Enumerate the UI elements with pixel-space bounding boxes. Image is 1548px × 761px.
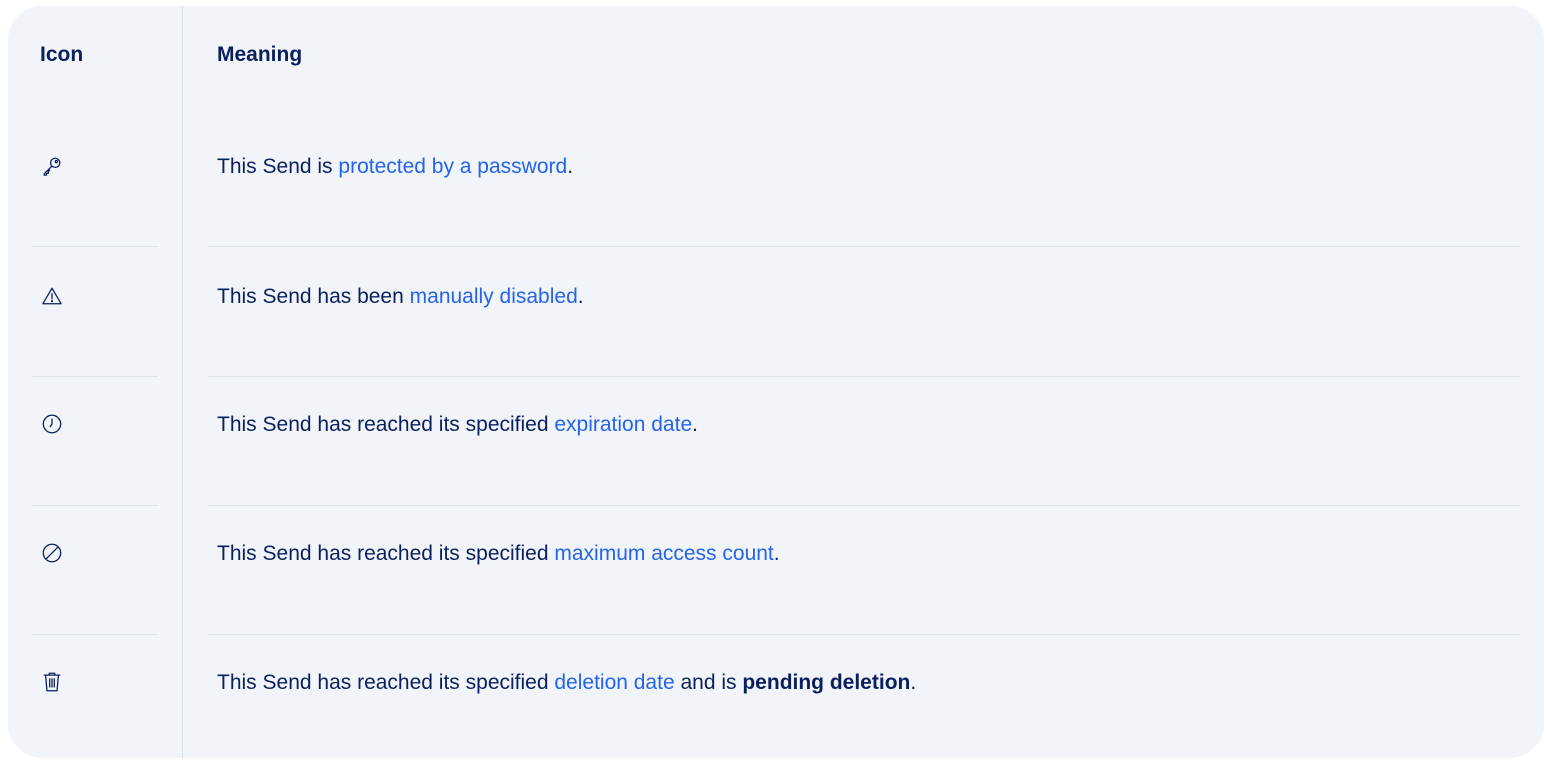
row-meaning: This Send has reached its specified expi… (217, 413, 698, 436)
column-divider (182, 6, 183, 758)
trash-icon (40, 670, 64, 694)
clock-icon (40, 412, 64, 436)
row-divider (32, 634, 158, 635)
pending-deletion-text: pending deletion (742, 671, 911, 694)
row-divider (32, 505, 158, 506)
manually-disabled-link[interactable]: manually disabled (410, 285, 578, 308)
row-meaning: This Send is protected by a password. (217, 155, 574, 178)
row-meaning: This Send has reached its specified maxi… (217, 542, 780, 565)
deletion-date-link[interactable]: deletion date (554, 671, 674, 694)
key-icon (40, 154, 64, 178)
header-icon: Icon (40, 43, 84, 66)
row-divider (208, 634, 1520, 635)
row-divider (32, 376, 158, 377)
row-divider (208, 246, 1520, 247)
row-meaning: This Send has been manually disabled. (217, 285, 584, 308)
password-protected-link[interactable]: protected by a password (338, 155, 567, 178)
row-divider (208, 376, 1520, 377)
row-divider (32, 246, 158, 247)
row-meaning: This Send has reached its specified dele… (217, 671, 917, 694)
expiration-date-link[interactable]: expiration date (554, 413, 692, 436)
prohibited-icon (40, 541, 64, 565)
maximum-access-count-link[interactable]: maximum access count (554, 542, 773, 565)
icon-legend-table: Icon Meaning This Send is protected by a… (8, 6, 1544, 758)
header-meaning: Meaning (217, 43, 303, 66)
warning-icon (40, 284, 64, 308)
row-divider (208, 505, 1520, 506)
